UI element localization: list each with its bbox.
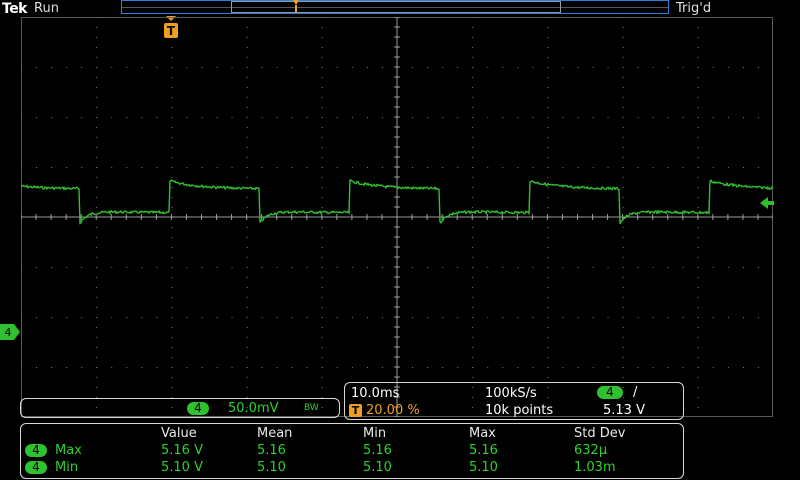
trigger-status: Trig'd: [676, 1, 712, 16]
row-max-channel-badge: 4: [25, 444, 47, 457]
trigger-position: 20.00 %: [366, 403, 420, 418]
row-max-max: 5.16: [469, 443, 498, 458]
channel-4-scale-box[interactable]: 4 50.0mV BW: [20, 398, 340, 418]
record-length: 10k points: [485, 403, 554, 418]
channel-4-badge: 4: [187, 402, 209, 415]
brand-logo: Tek: [2, 1, 28, 17]
bandwidth-limit-icon: BW: [304, 403, 319, 413]
record-view-window[interactable]: [231, 1, 561, 13]
ground-marker-label: 4: [5, 326, 12, 339]
channel-4-scale: 50.0mV: [228, 401, 279, 416]
row-min-std-dev: 1.03m: [574, 460, 616, 475]
trigger-position-icon: [293, 0, 299, 12]
row-max-mean: 5.16: [257, 443, 286, 458]
trigger-level: 5.13 V: [603, 403, 645, 418]
row-min-mean: 5.10: [257, 460, 286, 475]
row-min-name: Min: [55, 460, 79, 475]
time-per-division: 10.0ms: [351, 386, 400, 401]
trigger-position-badge: T: [349, 404, 362, 417]
header-min: Min: [363, 426, 387, 441]
trigger-slope-icon: /: [633, 385, 638, 400]
trigger-level-icon[interactable]: [760, 197, 774, 209]
horizontal-trigger-box[interactable]: 10.0ms 100kS/s 4 / T 20.00 % 10k points …: [344, 382, 684, 420]
row-min-min: 5.10: [363, 460, 392, 475]
waveform-graticule[interactable]: [21, 17, 773, 417]
row-min-value: 5.10 V: [161, 460, 203, 475]
header-value: Value: [161, 426, 197, 441]
row-max-name: Max: [55, 443, 82, 458]
row-min-max: 5.10: [469, 460, 498, 475]
sample-rate: 100kS/s: [485, 386, 537, 401]
header-max: Max: [469, 426, 496, 441]
acquisition-state[interactable]: Run: [34, 1, 59, 16]
center-axes: [21, 17, 773, 417]
row-max-std-dev: 632μ: [574, 443, 608, 458]
header-mean: Mean: [257, 426, 293, 441]
header-std-dev: Std Dev: [574, 426, 626, 441]
row-max-value: 5.16 V: [161, 443, 203, 458]
trigger-source-badge: 4: [597, 386, 623, 399]
channel-4-ground-marker[interactable]: 4: [0, 324, 20, 340]
measurements-table[interactable]: Value Mean Min Max Std Dev 4 Max 5.16 V …: [20, 423, 684, 479]
row-max-min: 5.16: [363, 443, 392, 458]
row-min-channel-badge: 4: [25, 461, 47, 474]
